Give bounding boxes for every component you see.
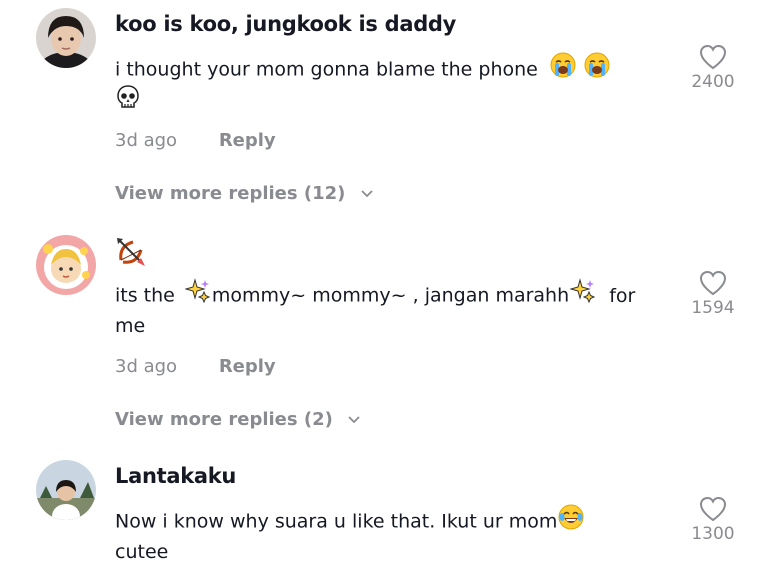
comment-text-prefix: its the [115, 284, 175, 307]
heart-icon[interactable] [699, 496, 727, 522]
comment-text-line: i thought your mom gonna blame the phone [115, 58, 538, 81]
comment-username[interactable]: koo is koo, jungkook is daddy [115, 12, 456, 36]
like-control: 1594 [680, 270, 746, 318]
view-more-replies-button[interactable]: View more replies (12) [115, 183, 374, 204]
comment-time: 3d ago [115, 356, 178, 377]
like-count: 2400 [691, 72, 735, 92]
comment-username[interactable] [115, 236, 148, 273]
like-count: 1594 [691, 298, 735, 318]
comment-meta: 3d ago Reply [115, 356, 276, 377]
comment-username[interactable]: Lantakaku [115, 464, 236, 488]
heart-icon[interactable] [699, 270, 727, 296]
view-more-replies-button[interactable]: View more replies (2) [115, 409, 361, 430]
bow-and-arrow-icon [115, 236, 147, 273]
comment-meta: 3d ago Reply [115, 130, 276, 151]
comment-text: its the mommy~ mommy~ , jangan marahh fo… [115, 278, 675, 342]
like-count: 1300 [691, 524, 735, 544]
comment-time: 3d ago [115, 130, 178, 151]
view-more-replies-label: View more replies (2) [115, 409, 333, 430]
reply-button[interactable]: Reply [219, 356, 276, 377]
loudly-crying-face-icon [584, 52, 610, 88]
avatar[interactable] [36, 8, 96, 68]
like-control: 2400 [680, 44, 746, 92]
face-with-tears-of-joy-icon [558, 504, 584, 540]
comment-text-middle: mommy~ mommy~ , jangan marahh [211, 284, 570, 307]
chevron-down-icon [348, 416, 360, 424]
sparkles-icon [184, 278, 211, 314]
reply-button[interactable]: Reply [219, 130, 276, 151]
comment-text-line: cutee [115, 541, 169, 563]
loudly-crying-face-icon [550, 52, 576, 88]
heart-icon[interactable] [699, 44, 727, 70]
sparkles-icon [569, 278, 596, 314]
like-control: 1300 [680, 496, 746, 544]
skull-icon [116, 84, 140, 120]
chevron-down-icon [361, 190, 373, 198]
view-more-replies-label: View more replies (12) [115, 183, 346, 204]
comment-text-line: Now i know why suara u like that. Ikut u… [115, 510, 558, 533]
avatar[interactable] [36, 460, 96, 520]
avatar[interactable] [36, 235, 96, 295]
comment-text: i thought your mom gonna blame the phone [115, 52, 675, 116]
comment-text: Now i know why suara u like that. Ikut u… [115, 504, 675, 568]
comment-text-suffix: for [609, 284, 636, 307]
comment-text-line: me [115, 315, 146, 337]
